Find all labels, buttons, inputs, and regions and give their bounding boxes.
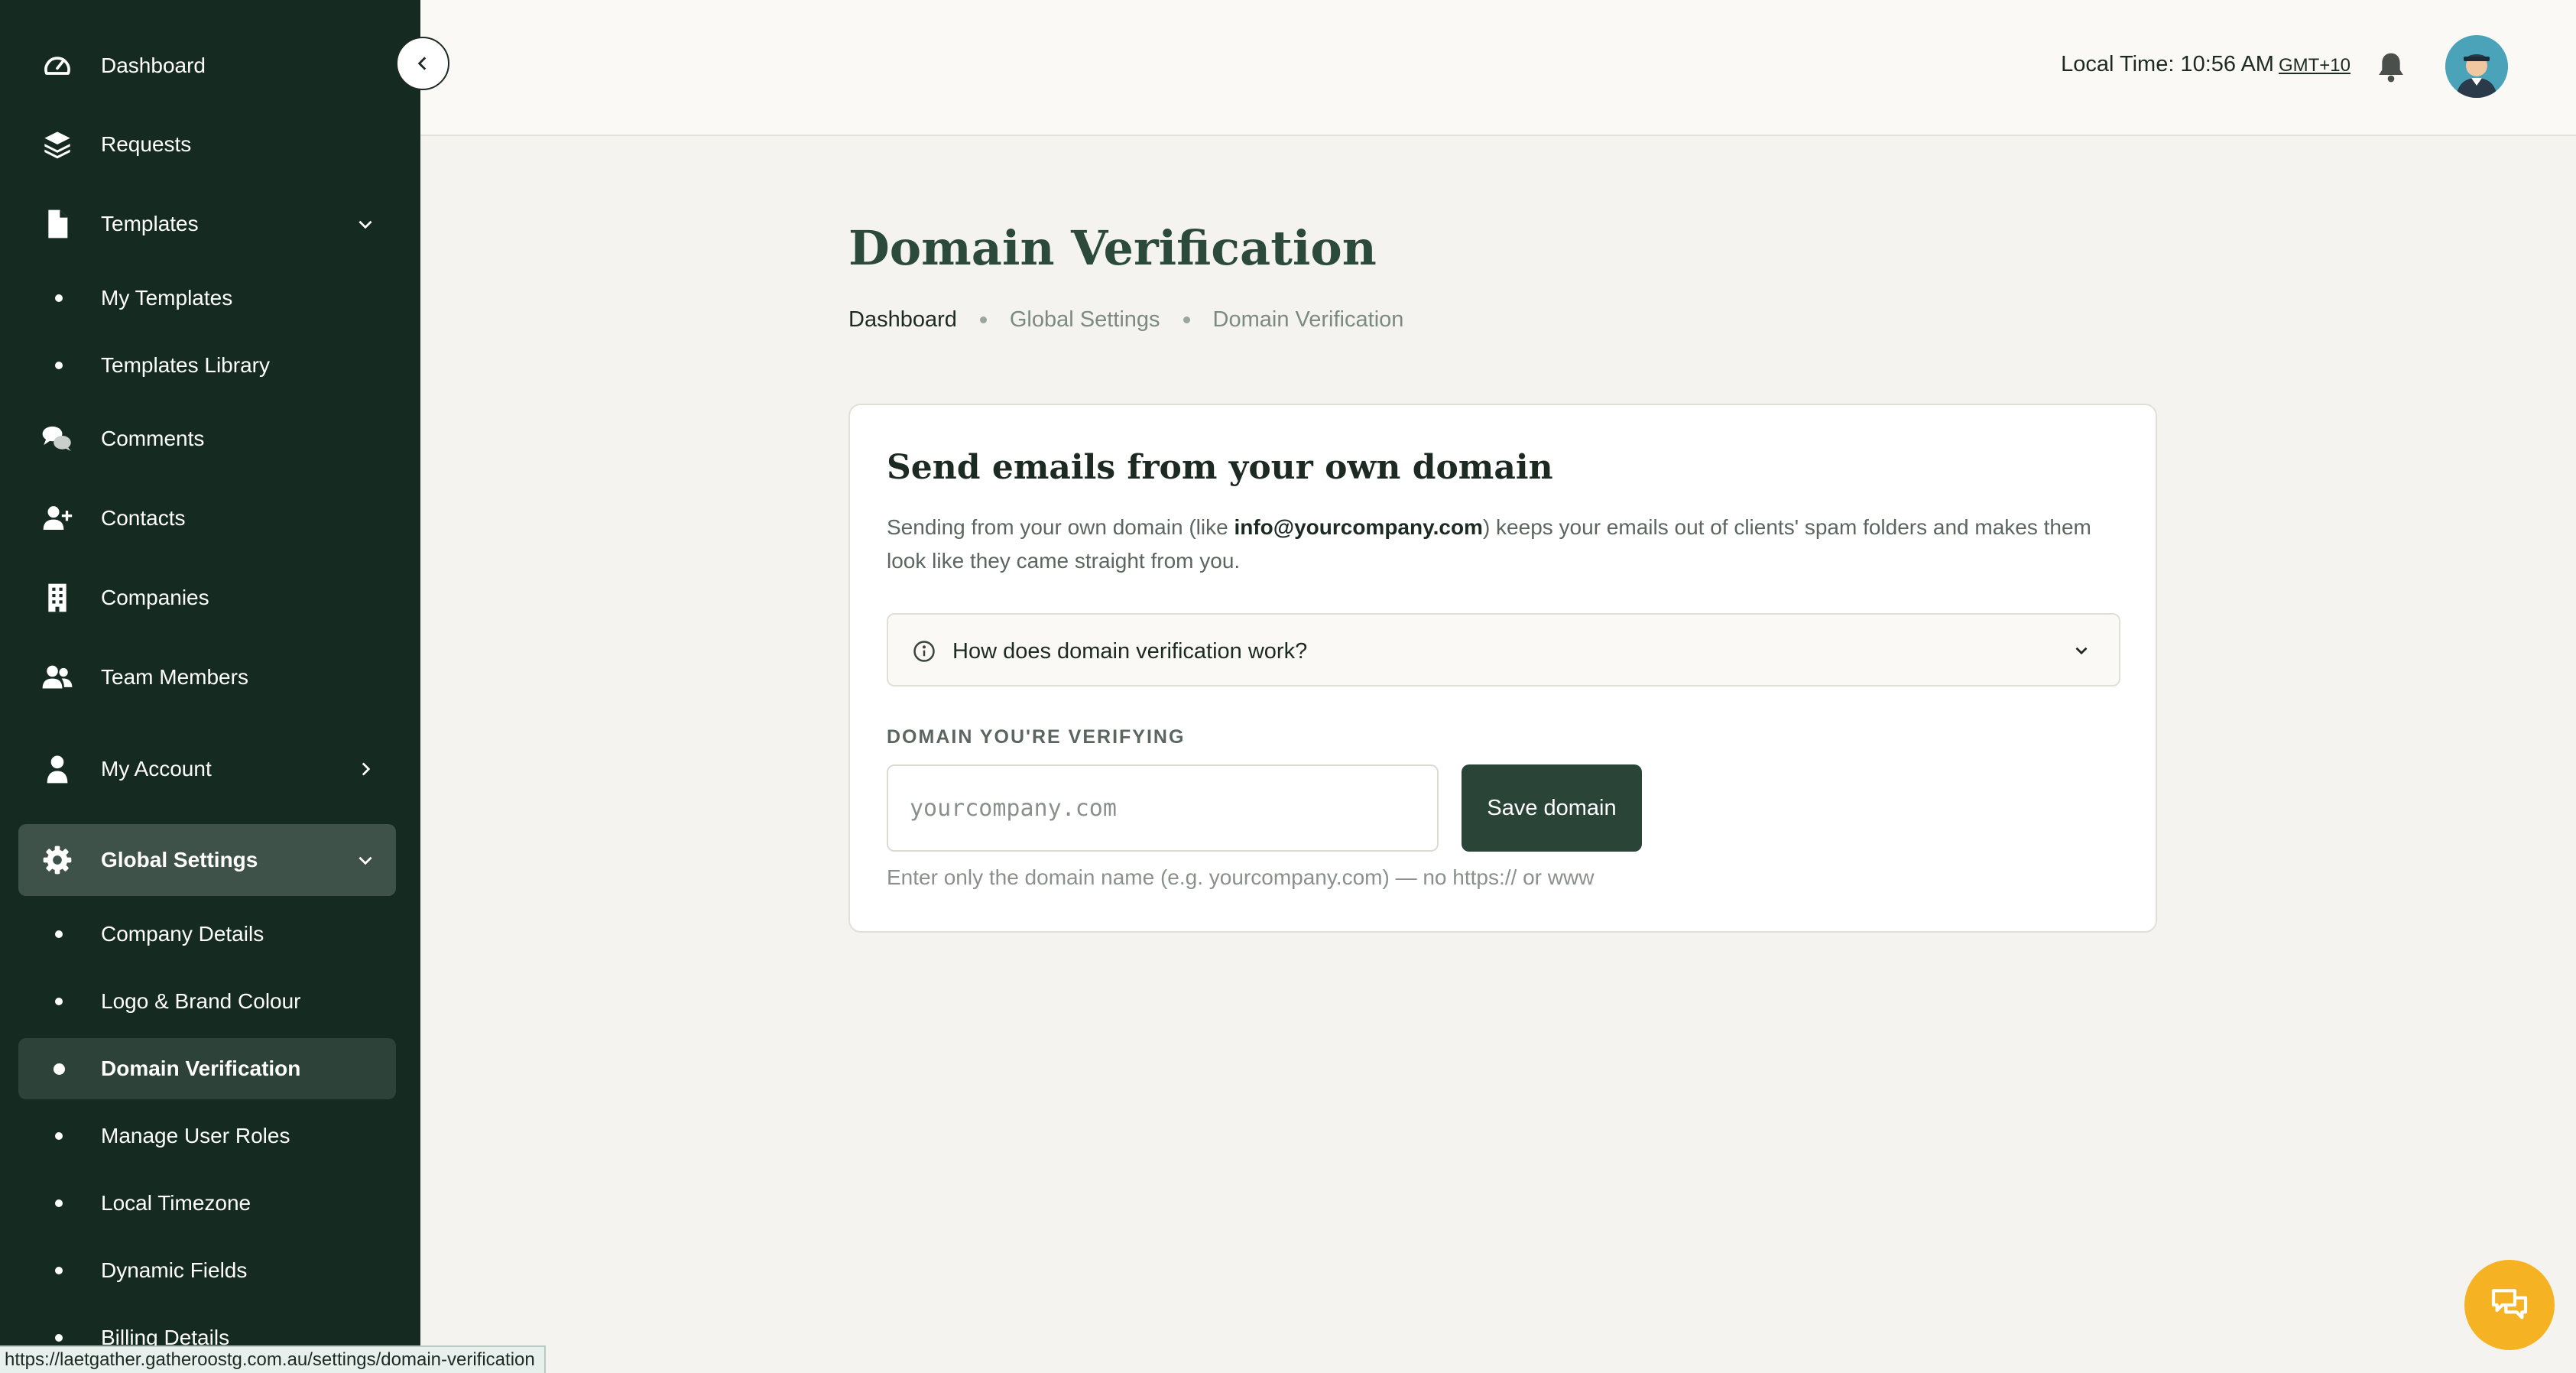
sidebar-item-label: Team Members (101, 665, 248, 689)
breadcrumb-dashboard[interactable]: Dashboard (848, 307, 957, 333)
save-domain-button[interactable]: Save domain (1462, 764, 1642, 852)
accordion-label: How does domain verification work? (952, 639, 1308, 664)
timezone-link[interactable]: GMT+10 (2279, 55, 2351, 76)
sidebar-item-label: Comments (101, 427, 205, 450)
sidebar-item-label: Companies (101, 586, 209, 609)
user-plus-icon (41, 502, 73, 534)
sidebar-item-dashboard[interactable]: Dashboard (18, 30, 396, 102)
example-email: info@yourcompany.com (1234, 515, 1483, 539)
sidebar-item-comments[interactable]: Comments (18, 403, 396, 475)
sidebar-subitem-logo-brand-colour[interactable]: Logo & Brand Colour (18, 971, 396, 1032)
domain-helper-text: Enter only the domain name (e.g. yourcom… (887, 865, 1595, 889)
sidebar-item-label: Dashboard (101, 54, 206, 77)
domain-field-label: DOMAIN YOU'RE VERIFYING (887, 726, 1186, 748)
breadcrumb-domain-verification: Domain Verification (1212, 307, 1404, 332)
sidebar-subitem-label: My Templates (101, 286, 233, 310)
sidebar-subitem-label: Templates Library (101, 353, 270, 377)
page-title: Domain Verification (848, 220, 1377, 276)
domain-input[interactable] (887, 764, 1439, 852)
how-it-works-accordion[interactable]: How does domain verification work? (887, 613, 2120, 686)
gear-icon (41, 844, 73, 876)
sidebar-subitem-label: Local Timezone (101, 1191, 251, 1215)
local-time: Local Time: 10:56 AM GMT+10 (2061, 52, 2351, 77)
sidebar-item-label: Contacts (101, 506, 186, 530)
desc-text: Sending from your own domain (like (887, 515, 1234, 539)
sidebar-subitem-local-timezone[interactable]: Local Timezone (18, 1173, 396, 1234)
status-bar-url: https://laetgather.gatheroostg.com.au/se… (0, 1345, 546, 1373)
bullet-dot (55, 294, 63, 302)
info-icon (913, 640, 936, 663)
sidebar-item-label: Global Settings (101, 848, 258, 872)
bullet-dot (55, 1132, 63, 1140)
sidebar-subitem-company-details[interactable]: Company Details (18, 904, 396, 965)
sidebar-item-my-account[interactable]: My Account (18, 733, 396, 805)
local-time-label: Local Time: 10:56 AM (2061, 52, 2274, 76)
sidebar-subitem-templates-library[interactable]: Templates Library (18, 335, 396, 396)
layers-icon (41, 128, 73, 161)
bullet-dot (54, 1063, 65, 1075)
users-icon (41, 661, 73, 693)
sidebar-item-label: Templates (101, 212, 199, 235)
collapse-sidebar-button[interactable] (396, 37, 449, 90)
bullet-dot (55, 1199, 63, 1207)
card-title: Send emails from your own domain (887, 448, 1553, 487)
sidebar-subitem-label: Dynamic Fields (101, 1258, 248, 1282)
sidebar-subitem-label: Domain Verification (101, 1057, 301, 1080)
bullet-dot (55, 998, 63, 1005)
dashboard-gauge-icon (41, 50, 73, 82)
sidebar-subitem-dynamic-fields[interactable]: Dynamic Fields (18, 1240, 396, 1301)
building-icon (41, 582, 73, 614)
breadcrumb-separator (979, 316, 987, 323)
card-description: Sending from your own domain (like info@… (887, 511, 2125, 578)
domain-card: Send emails from your own domain Sending… (848, 404, 2157, 933)
chat-bubbles-icon (2488, 1284, 2531, 1326)
chevron-down-icon (355, 213, 376, 235)
sidebar-item-label: Requests (101, 132, 192, 156)
sidebar-item-contacts[interactable]: Contacts (18, 482, 396, 554)
topbar: Local Time: 10:56 AM GMT+10 (420, 0, 2576, 136)
bullet-dot (55, 1334, 63, 1342)
bullet-dot (55, 1267, 63, 1274)
chevron-left-icon (413, 54, 433, 73)
sidebar-subitem-label: Manage User Roles (101, 1124, 290, 1147)
chat-button[interactable] (2464, 1260, 2555, 1350)
sidebar-subitem-domain-verification[interactable]: Domain Verification (18, 1038, 396, 1099)
breadcrumb-separator (1183, 316, 1190, 323)
sidebar-item-companies[interactable]: Companies (18, 562, 396, 634)
sidebar-item-global-settings[interactable]: Global Settings (18, 824, 396, 896)
bell-icon[interactable] (2376, 50, 2406, 84)
breadcrumb: Dashboard Global Settings Domain Verific… (848, 307, 1403, 333)
sidebar-subitem-my-templates[interactable]: My Templates (18, 268, 396, 329)
bullet-dot (55, 930, 63, 938)
sidebar-item-templates[interactable]: Templates (18, 188, 396, 260)
sidebar-item-team-members[interactable]: Team Members (18, 641, 396, 713)
sidebar-item-label: My Account (101, 757, 212, 781)
sidebar-subitem-manage-user-roles[interactable]: Manage User Roles (18, 1105, 396, 1167)
sidebar-subitem-label: Company Details (101, 922, 264, 946)
chevron-down-icon (355, 849, 376, 871)
sidebar: Dashboard Requests Templates My Template… (0, 0, 420, 1373)
sidebar-subitem-label: Logo & Brand Colour (101, 989, 301, 1013)
user-icon (41, 753, 73, 785)
bullet-dot (55, 362, 63, 369)
avatar[interactable] (2445, 35, 2508, 98)
comments-icon (41, 423, 73, 455)
file-icon (41, 208, 73, 240)
breadcrumb-global-settings[interactable]: Global Settings (1010, 307, 1160, 333)
sidebar-item-requests[interactable]: Requests (18, 109, 396, 180)
chevron-down-icon (2072, 641, 2091, 661)
chevron-right-icon (355, 758, 376, 780)
